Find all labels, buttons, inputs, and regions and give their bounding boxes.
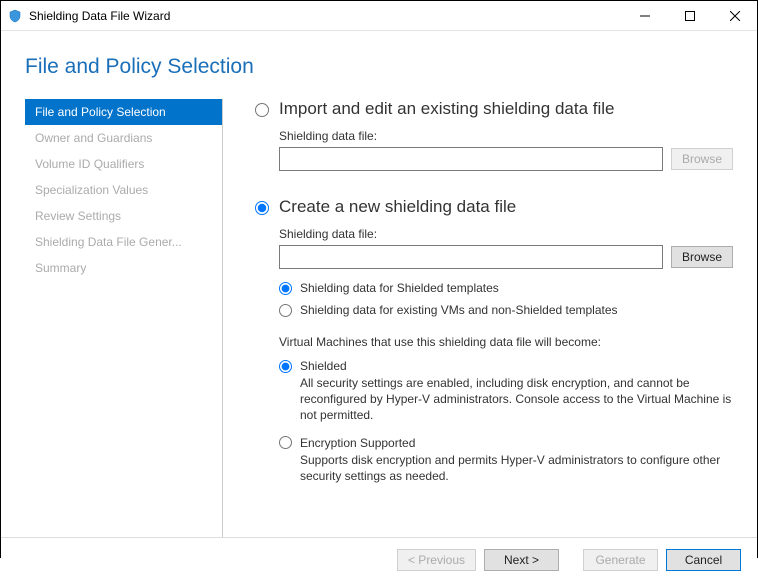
vm-info-text: Virtual Machines that use this shielding… bbox=[279, 335, 733, 349]
import-file-input[interactable] bbox=[279, 147, 663, 171]
vm-option-shielded: Shielded All security settings are enabl… bbox=[279, 359, 733, 424]
existing-vms-label: Shielding data for existing VMs and non-… bbox=[300, 303, 618, 317]
generate-button[interactable]: Generate bbox=[583, 549, 658, 571]
import-field-label: Shielding data file: bbox=[279, 129, 733, 143]
create-radio[interactable] bbox=[255, 201, 269, 215]
sidebar-item-review[interactable]: Review Settings bbox=[25, 203, 222, 229]
window-controls bbox=[622, 1, 757, 30]
vm-encryption-radio[interactable] bbox=[279, 436, 292, 449]
page-title: File and Policy Selection bbox=[25, 55, 757, 79]
vm-shielded-radio[interactable] bbox=[279, 360, 292, 373]
app-icon bbox=[7, 8, 23, 24]
import-browse-button[interactable]: Browse bbox=[671, 148, 733, 170]
import-section: Import and edit an existing shielding da… bbox=[255, 99, 733, 171]
window-title: Shielding Data File Wizard bbox=[29, 9, 622, 23]
sidebar-item-summary[interactable]: Summary bbox=[25, 255, 222, 281]
import-radio[interactable] bbox=[255, 103, 269, 117]
sidebar-item-file-policy[interactable]: File and Policy Selection bbox=[25, 99, 222, 125]
shielded-templates-radio[interactable] bbox=[279, 282, 292, 295]
content-area: File and Policy Selection Owner and Guar… bbox=[1, 99, 757, 537]
vm-encryption-desc: Supports disk encryption and permits Hyp… bbox=[300, 452, 733, 484]
vm-option-encryption: Encryption Supported Supports disk encry… bbox=[279, 436, 733, 484]
titlebar: Shielding Data File Wizard bbox=[1, 1, 757, 31]
sidebar-item-owner-guardians[interactable]: Owner and Guardians bbox=[25, 125, 222, 151]
vm-encryption-title: Encryption Supported bbox=[300, 436, 415, 450]
create-file-input[interactable] bbox=[279, 245, 663, 269]
previous-button[interactable]: < Previous bbox=[397, 549, 476, 571]
vm-shielded-desc: All security settings are enabled, inclu… bbox=[300, 375, 733, 424]
sidebar-item-generation[interactable]: Shielding Data File Gener... bbox=[25, 229, 222, 255]
cancel-button[interactable]: Cancel bbox=[666, 549, 741, 571]
sidebar-item-specialization[interactable]: Specialization Values bbox=[25, 177, 222, 203]
sidebar: File and Policy Selection Owner and Guar… bbox=[25, 99, 223, 537]
next-button[interactable]: Next > bbox=[484, 549, 559, 571]
minimize-button[interactable] bbox=[622, 1, 667, 30]
main-content: Import and edit an existing shielding da… bbox=[223, 99, 757, 537]
close-button[interactable] bbox=[712, 1, 757, 30]
sidebar-item-volume-id[interactable]: Volume ID Qualifiers bbox=[25, 151, 222, 177]
maximize-button[interactable] bbox=[667, 1, 712, 30]
vm-shielded-title: Shielded bbox=[300, 359, 347, 373]
existing-vms-radio[interactable] bbox=[279, 304, 292, 317]
create-label: Create a new shielding data file bbox=[279, 197, 516, 217]
shielded-templates-label: Shielding data for Shielded templates bbox=[300, 281, 499, 295]
create-browse-button[interactable]: Browse bbox=[671, 246, 733, 268]
footer: < Previous Next > Generate Cancel bbox=[1, 537, 757, 581]
create-section: Create a new shielding data file Shieldi… bbox=[255, 197, 733, 484]
page-header: File and Policy Selection bbox=[1, 31, 757, 99]
create-field-label: Shielding data file: bbox=[279, 227, 733, 241]
import-label: Import and edit an existing shielding da… bbox=[279, 99, 614, 119]
